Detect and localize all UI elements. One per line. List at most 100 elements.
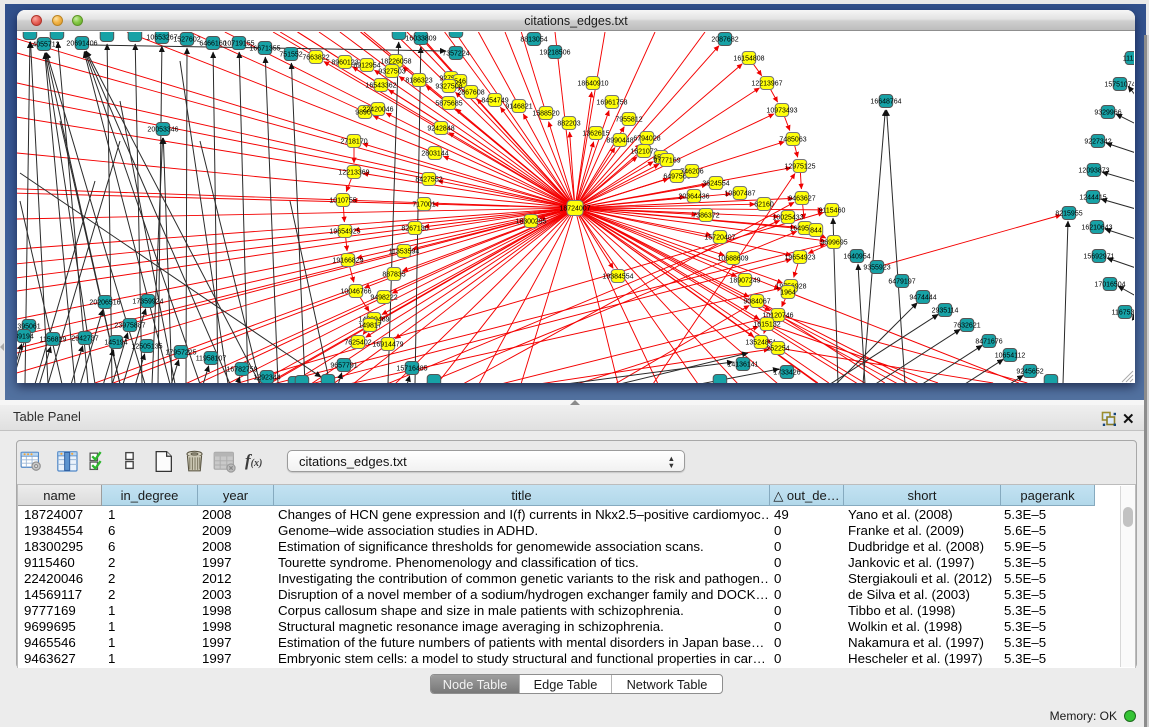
svg-text:10654112: 10654112: [995, 352, 1026, 359]
svg-text:8215955: 8215955: [1055, 210, 1082, 217]
svg-text:19166829: 19166829: [332, 257, 363, 264]
svg-text:9777169: 9777169: [653, 157, 680, 164]
svg-text:20691406: 20691406: [66, 40, 97, 47]
svg-text:2718170: 2718170: [340, 138, 367, 145]
svg-text:18640910: 18640910: [577, 80, 608, 87]
svg-text:16154808: 16154808: [733, 55, 764, 62]
svg-text:751552: 751552: [279, 51, 302, 58]
svg-text:717001: 717001: [412, 201, 435, 208]
svg-text:7357224: 7357224: [442, 50, 469, 57]
svg-text:9355923: 9355923: [863, 264, 890, 271]
svg-text:15720407: 15720407: [704, 234, 735, 241]
svg-text:10688609: 10688609: [717, 255, 748, 262]
svg-text:62160: 62160: [754, 201, 774, 208]
svg-text:9327503: 9327503: [378, 68, 405, 75]
svg-text:7632621: 7632621: [953, 322, 980, 329]
svg-text:10046766: 10046766: [340, 288, 371, 295]
svg-text:20364436: 20364436: [678, 193, 709, 200]
svg-text:1588520: 1588520: [532, 110, 559, 117]
svg-text:20206516: 20206516: [89, 299, 120, 306]
svg-text:19654923: 19654923: [784, 254, 815, 261]
svg-text:9245652: 9245652: [1016, 368, 1043, 375]
svg-text:23975887: 23975887: [114, 322, 145, 329]
svg-text:6794028: 6794028: [633, 135, 660, 142]
svg-text:11353594: 11353594: [389, 248, 420, 255]
svg-text:9084067: 9084067: [743, 298, 770, 305]
svg-text:12093873: 12093873: [1078, 167, 1109, 174]
svg-text:15692971: 15692971: [1083, 253, 1114, 260]
svg-text:10807487: 10807487: [724, 190, 755, 197]
svg-text:22420046: 22420046: [362, 106, 393, 113]
svg-text:1615132: 1615132: [753, 321, 780, 328]
svg-text:9242848: 9242848: [427, 125, 454, 132]
svg-text:16961758: 16961758: [596, 99, 627, 106]
svg-text:17016504: 17016504: [1094, 281, 1125, 288]
svg-text:9329966: 9329966: [1094, 109, 1121, 116]
svg-text:1362615: 1362615: [582, 130, 609, 137]
svg-text:14136141: 14136141: [727, 361, 758, 368]
svg-text:844: 844: [810, 227, 822, 234]
svg-text:12505135: 12505135: [131, 343, 162, 350]
svg-text:16033809: 16033809: [405, 35, 436, 42]
svg-text:18300295: 18300295: [515, 218, 546, 225]
svg-text:7625402: 7625402: [344, 339, 371, 346]
svg-text:1733426: 1733426: [773, 369, 800, 376]
svg-text:1167533: 1167533: [1112, 309, 1134, 316]
svg-text:39194: 39194: [17, 333, 34, 340]
svg-text:9115460: 9115460: [819, 207, 846, 214]
svg-text:18724007: 18724007: [559, 205, 590, 212]
svg-text:9463627: 9463627: [788, 195, 815, 202]
svg-text:16648764: 16648764: [870, 98, 901, 105]
svg-text:149817: 149817: [358, 322, 381, 329]
svg-text:7485063: 7485063: [779, 136, 806, 143]
svg-text:2942737: 2942737: [71, 335, 98, 342]
svg-text:9474444: 9474444: [909, 294, 936, 301]
svg-text:16671355: 16671355: [249, 45, 280, 52]
svg-text:252254: 252254: [766, 345, 789, 352]
svg-text:8990448: 8990448: [606, 137, 633, 144]
svg-text:6479197: 6479197: [888, 278, 915, 285]
svg-text:11123: 11123: [1123, 55, 1134, 62]
svg-text:10025433: 10025433: [772, 214, 803, 221]
svg-text:9699695: 9699695: [820, 239, 847, 246]
svg-text:14055712: 14055712: [28, 41, 59, 48]
svg-text:2087682: 2087682: [711, 36, 738, 43]
svg-text:12975125: 12975125: [784, 163, 815, 170]
svg-text:16543362: 16543362: [365, 82, 396, 89]
svg-text:1527602: 1527602: [173, 36, 200, 43]
svg-text:5875685: 5875685: [435, 100, 462, 107]
svg-text:2867608: 2867608: [457, 89, 484, 96]
svg-text:18907249: 18907249: [729, 277, 760, 284]
svg-text:15751074: 15751074: [1104, 81, 1134, 88]
svg-text:19654925: 19654925: [329, 228, 360, 235]
svg-text:7663822: 7663822: [302, 54, 329, 61]
svg-text:1292344: 1292344: [253, 374, 280, 381]
svg-text:8267130: 8267130: [401, 225, 428, 232]
svg-text:8471676: 8471676: [975, 338, 1002, 345]
svg-text:12213369: 12213369: [338, 169, 369, 176]
svg-text:1244415: 1244415: [1079, 194, 1106, 201]
svg-text:8186323: 8186323: [405, 77, 432, 84]
svg-text:1010755: 1010755: [329, 197, 356, 204]
svg-text:11958107: 11958107: [196, 355, 227, 362]
svg-text:9146821: 9146821: [505, 103, 532, 110]
svg-text:7955812: 7955812: [615, 116, 642, 123]
svg-text:882203: 882203: [557, 120, 580, 127]
svg-text:7386372: 7386372: [692, 212, 719, 219]
svg-text:19384554: 19384554: [602, 273, 633, 280]
svg-text:16914479: 16914479: [372, 341, 403, 348]
svg-text:17359924: 17359924: [132, 298, 163, 305]
svg-text:20053346: 20053346: [147, 126, 178, 133]
svg-text:9227342: 9227342: [1084, 138, 1111, 145]
svg-text:10973493: 10973493: [766, 107, 797, 114]
svg-text:8427552: 8427552: [415, 176, 442, 183]
svg-text:746206: 746206: [680, 168, 703, 175]
svg-text:17957225: 17957225: [165, 349, 196, 356]
svg-text:16210643: 16210643: [1081, 224, 1112, 231]
svg-text:887835: 887835: [382, 271, 405, 278]
svg-text:8813054: 8813054: [520, 36, 547, 43]
svg-text:1156819: 1156819: [40, 336, 67, 343]
svg-text:8912954: 8912954: [353, 62, 380, 69]
svg-text:2803144: 2803144: [421, 150, 448, 157]
svg-text:19218506: 19218506: [539, 49, 570, 56]
